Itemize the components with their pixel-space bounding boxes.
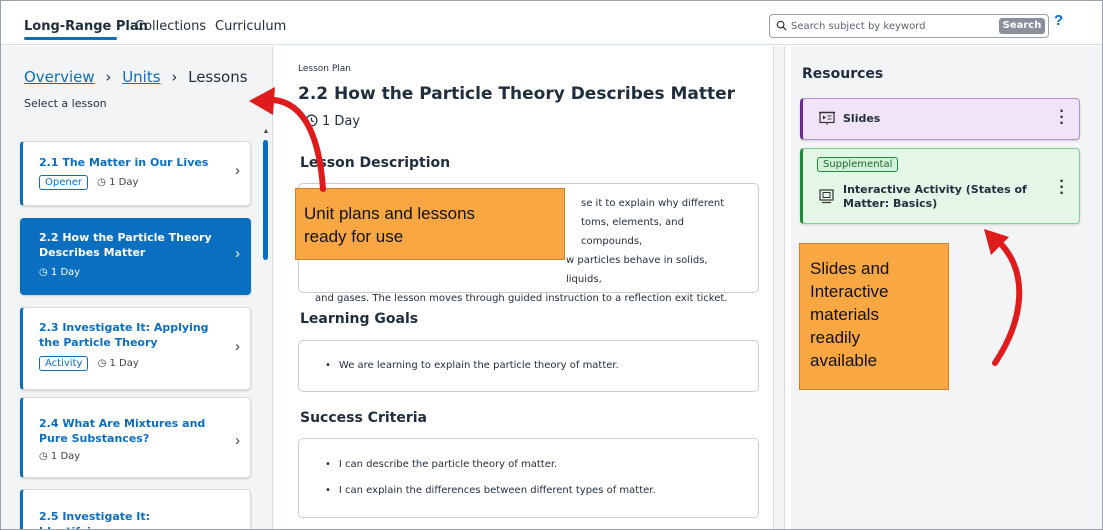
interactive-activity-label: Interactive Activity (States of Matter: … xyxy=(843,183,1027,211)
callout-line: available xyxy=(810,351,878,370)
callout-resources: Slides and Interactive materials readily… xyxy=(799,243,949,390)
learning-goals-heading: Learning Goals xyxy=(300,311,419,327)
lesson-title: 2.3 Investigate It: Applying the Particl… xyxy=(39,321,209,349)
success-criteria-heading: Success Criteria xyxy=(300,410,427,426)
lesson-type-badge: Activity xyxy=(39,356,89,371)
resource-card-slides[interactable]: Slides · · · xyxy=(800,98,1080,140)
lesson-title: 2.5 Investigate It: Identifying xyxy=(39,510,151,529)
chevron-right-icon: › xyxy=(235,432,240,449)
active-tab-indicator xyxy=(24,37,117,40)
lesson-plan-title: 2.2 How the Particle Theory Describes Ma… xyxy=(298,84,736,104)
search-icon xyxy=(776,20,787,31)
lesson-list-scrollbar[interactable]: ▲ xyxy=(262,128,270,529)
interactive-label-line: Matter: Basics) xyxy=(843,197,938,210)
lesson-meta: ◷ 1 Day xyxy=(39,267,80,278)
callout-line: Interactive xyxy=(810,282,889,301)
clock-icon: ◷ xyxy=(39,451,48,462)
search-input[interactable] xyxy=(791,18,991,34)
lesson-type-badge: Opener xyxy=(39,175,88,190)
duration-text: 1 Day xyxy=(322,114,361,129)
panel-divider xyxy=(773,46,785,529)
chevron-right-icon: › xyxy=(235,162,240,179)
chevron-right-icon: › xyxy=(235,338,240,355)
lesson-meta: Activity ◷ 1 Day xyxy=(39,356,139,371)
tab-curriculum[interactable]: Curriculum xyxy=(215,19,286,34)
more-options-icon[interactable]: · · · xyxy=(1059,174,1065,202)
breadcrumb-separator: › xyxy=(171,68,178,86)
learning-goals-box: We are learning to explain the particle … xyxy=(298,340,759,392)
chevron-right-icon: › xyxy=(235,245,240,262)
breadcrumb-overview-link[interactable]: Overview xyxy=(24,68,95,86)
lesson-duration: 1 Day xyxy=(50,267,81,278)
lesson-duration: 1 Day xyxy=(109,358,139,369)
success-criteria-item: I can describe the particle theory of ma… xyxy=(325,459,557,470)
resource-card-interactive[interactable]: Supplemental Interactive Activity (State… xyxy=(800,148,1080,224)
lesson-card[interactable]: 2.1 The Matter in Our Lives › Opener ◷ 1… xyxy=(20,141,251,206)
lesson-duration: 1 Day xyxy=(109,177,139,188)
clock-icon: ◷ xyxy=(97,358,107,369)
lesson-card[interactable]: 2.3 Investigate It: Applying the Particl… xyxy=(20,307,251,390)
tab-long-range-plan[interactable]: Long-Range Plan xyxy=(24,19,148,34)
tab-collections[interactable]: Collections xyxy=(135,19,206,34)
interactive-label-line: Interactive Activity (States of xyxy=(843,183,1027,196)
lesson-title: 2.2 How the Particle Theory Describes Ma… xyxy=(39,231,212,259)
clock-icon: ◷ xyxy=(97,177,106,188)
callout-line: Unit plans and lessons xyxy=(304,204,476,223)
success-criteria-box: I can describe the particle theory of ma… xyxy=(298,438,759,518)
callout-line: Slides and xyxy=(810,259,890,278)
breadcrumb-current: Lessons xyxy=(188,68,248,86)
clock-icon: ◷ xyxy=(39,267,48,278)
lesson-meta: Opener ◷ 1 Day xyxy=(39,175,138,190)
description-line: and gases. The lesson moves through guid… xyxy=(315,293,728,304)
lesson-list-panel: Overview › Units › Lessons Select a less… xyxy=(1,46,273,529)
slides-label: Slides xyxy=(843,112,881,125)
success-criteria-item: I can explain the differences between di… xyxy=(325,485,656,496)
slides-icon xyxy=(819,111,835,125)
scrollbar-thumb[interactable] xyxy=(263,140,268,260)
more-options-icon[interactable]: · · · xyxy=(1059,104,1065,132)
lesson-plan-panel: Lesson Plan 2.2 How the Particle Theory … xyxy=(283,46,791,529)
breadcrumb-units-link[interactable]: Units xyxy=(122,68,160,86)
interactive-activity-icon xyxy=(819,189,834,204)
lesson-card-selected[interactable]: 2.2 How the Particle Theory Describes Ma… xyxy=(20,218,251,295)
top-nav: Long-Range Plan Collections Curriculum S… xyxy=(1,1,1102,45)
select-lesson-hint: Select a lesson xyxy=(24,97,107,110)
clock-icon xyxy=(305,114,318,127)
callout-line: materials xyxy=(810,305,879,324)
callout-line: ready for use xyxy=(304,227,404,246)
help-icon[interactable]: ? xyxy=(1054,12,1063,29)
supplemental-badge: Supplemental xyxy=(817,157,899,172)
app-window: Long-Range Plan Collections Curriculum S… xyxy=(0,0,1103,530)
scroll-up-icon[interactable]: ▲ xyxy=(262,128,270,136)
callout-line: readily xyxy=(810,328,861,347)
lesson-title: 2.1 The Matter in Our Lives xyxy=(39,156,209,169)
lesson-plan-duration: 1 Day xyxy=(305,114,360,129)
search-button[interactable]: Search xyxy=(999,18,1045,34)
lesson-title: 2.4 What Are Mixtures and Pure Substance… xyxy=(39,417,206,445)
breadcrumb-separator: › xyxy=(105,68,112,86)
learning-goal-item: We are learning to explain the particle … xyxy=(325,360,619,371)
breadcrumb: Overview › Units › Lessons xyxy=(24,68,248,86)
lesson-plan-label: Lesson Plan xyxy=(298,64,351,74)
lesson-card[interactable]: 2.4 What Are Mixtures and Pure Substance… xyxy=(20,397,251,478)
callout-lessons: Unit plans and lessons ready for use xyxy=(295,188,565,260)
lesson-card[interactable]: 2.5 Investigate It: Identifying xyxy=(20,489,251,529)
lesson-duration: 1 Day xyxy=(50,451,81,462)
search-box: Search xyxy=(769,14,1049,38)
lesson-description-heading: Lesson Description xyxy=(300,155,451,171)
resources-heading: Resources xyxy=(802,66,884,82)
lesson-meta: ◷ 1 Day xyxy=(39,451,80,462)
